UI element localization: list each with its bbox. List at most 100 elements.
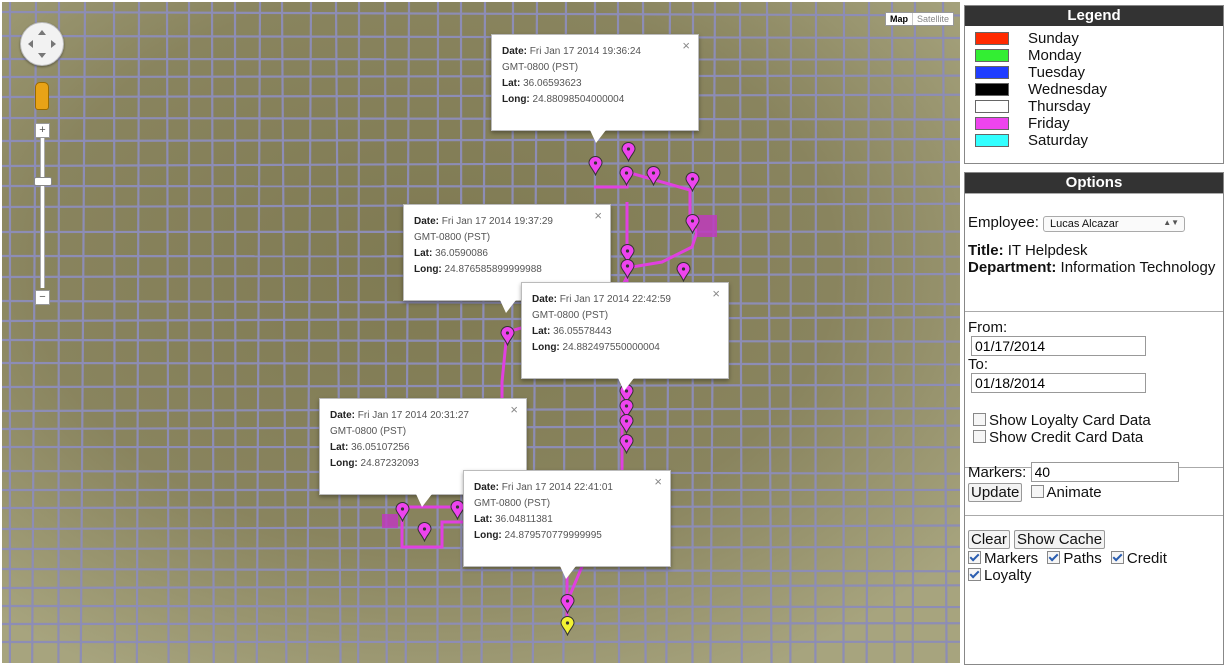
map-marker-pin-icon[interactable]: [685, 214, 700, 235]
zoom-slider-track[interactable]: [40, 138, 45, 288]
show-loyalty-checkbox[interactable]: [973, 413, 986, 426]
employee-select-value: Lucas Alcazar: [1050, 218, 1119, 230]
show-credit-checkbox[interactable]: [973, 430, 986, 443]
long-value: 24.876585899999988: [444, 264, 542, 275]
legend-label: Tuesday: [1028, 64, 1085, 81]
from-date-input[interactable]: [971, 336, 1146, 356]
map-marker-pin-icon[interactable]: [588, 156, 603, 177]
markers-count-input[interactable]: [1030, 462, 1179, 482]
info-window: × Date: Fri Jan 17 2014 22:42:59 GMT-080…: [521, 282, 729, 391]
employee-section: Employee: Lucas Alcazar ▲▼ Title: IT Help…: [965, 193, 1223, 311]
options-panel: Options Employee: Lucas Alcazar ▲▼ Title:…: [964, 172, 1224, 665]
map-type-map-button[interactable]: Map: [886, 13, 912, 25]
date-label: Date:: [532, 294, 558, 305]
map-marker-pin-icon[interactable]: [395, 502, 410, 523]
map-marker-pin-icon[interactable]: [417, 522, 432, 543]
close-icon[interactable]: ×: [594, 208, 602, 224]
map-marker-pin-icon[interactable]: [619, 434, 634, 455]
from-label: From:: [968, 319, 1008, 336]
department-value: Information Technology: [1060, 259, 1216, 276]
map-marker-pin-icon[interactable]: [500, 326, 515, 347]
to-date-input[interactable]: [971, 373, 1146, 393]
map-marker-pin-icon[interactable]: [560, 594, 575, 615]
map-type-satellite-button[interactable]: Satellite: [911, 13, 953, 25]
map-marker-pin-icon[interactable]: [619, 414, 634, 435]
lat-value: 36.06593623: [523, 78, 582, 89]
close-icon[interactable]: ×: [510, 402, 518, 418]
lat-label: Lat:: [414, 248, 433, 259]
legend-title: Legend: [965, 6, 1223, 26]
lat-value: 36.0590086: [435, 248, 488, 259]
credit-toggle-checkbox[interactable]: [1110, 551, 1124, 564]
timezone-value: GMT-0800 (PST): [502, 62, 579, 73]
zoom-slider-handle[interactable]: [34, 177, 52, 186]
long-label: Long:: [414, 264, 442, 275]
street-view-pegman-icon[interactable]: [35, 82, 49, 110]
timezone-value: GMT-0800 (PST): [330, 426, 407, 437]
employee-select[interactable]: Lucas Alcazar ▲▼: [1043, 216, 1186, 232]
info-window: × Date: Fri Jan 17 2014 19:36:24 GMT-080…: [491, 34, 699, 143]
clear-button[interactable]: Clear: [968, 530, 1010, 549]
info-window: × Date: Fri Jan 17 2014 22:41:01 GMT-080…: [463, 470, 671, 579]
map-marker-pin-icon[interactable]: [685, 172, 700, 193]
legend-item: Saturday: [975, 132, 1223, 149]
map-area[interactable]: Map Satellite + − × Date: Fri Jan 17 201…: [2, 2, 960, 663]
lat-label: Lat:: [502, 78, 521, 89]
lat-label: Lat:: [474, 514, 493, 525]
map-marker-pin-icon[interactable]: [621, 142, 636, 163]
long-label: Long:: [474, 530, 502, 541]
lat-value: 36.05578443: [553, 326, 612, 337]
date-value: Fri Jan 17 2014 19:36:24: [529, 46, 641, 57]
date-label: Date:: [330, 410, 356, 421]
close-icon[interactable]: ×: [712, 286, 720, 302]
pan-control[interactable]: [20, 22, 64, 66]
paths-toggle-checkbox[interactable]: [1047, 551, 1061, 564]
legend-item: Tuesday: [975, 64, 1223, 81]
legend-panel: Legend Sunday Monday Tuesday Wednesday T…: [964, 5, 1224, 164]
show-cache-button[interactable]: Show Cache: [1014, 530, 1106, 549]
close-icon[interactable]: ×: [654, 474, 662, 490]
show-credit-label: Show Credit Card Data: [989, 429, 1144, 446]
loyalty-toggle-checkbox[interactable]: [968, 568, 981, 581]
long-value: 24.88098504000004: [532, 94, 625, 105]
zoom-out-button[interactable]: −: [35, 290, 50, 305]
update-button[interactable]: Update: [968, 483, 1023, 502]
timezone-value: GMT-0800 (PST): [474, 498, 551, 509]
map-marker-pin-icon[interactable]: [646, 166, 661, 187]
legend-item: Wednesday: [975, 81, 1223, 98]
date-label: Date:: [502, 46, 528, 57]
legend-label: Saturday: [1028, 132, 1089, 149]
markers-toggle-checkbox[interactable]: [968, 551, 981, 564]
long-label: Long:: [502, 94, 530, 105]
current-location-pin-icon[interactable]: [560, 616, 575, 637]
close-icon[interactable]: ×: [682, 38, 690, 54]
long-value: 24.87232093: [360, 458, 419, 469]
legend-swatch: [975, 117, 1009, 130]
legend-item: Monday: [975, 47, 1223, 64]
animate-label: Animate: [1046, 484, 1102, 501]
lat-label: Lat:: [532, 326, 551, 337]
animate-checkbox[interactable]: [1030, 485, 1044, 498]
title-value: IT Helpdesk: [1007, 242, 1088, 259]
legend-item: Sunday: [975, 30, 1223, 47]
legend-swatch: [975, 100, 1009, 113]
markers-toggle-label: Markers: [984, 550, 1039, 567]
markers-label: Markers:: [968, 464, 1027, 481]
display-section: Clear Show Cache Markers Paths Credit Lo…: [965, 515, 1223, 584]
map-marker-pin-icon[interactable]: [619, 166, 634, 187]
long-value: 24.882497550000004: [562, 342, 660, 353]
legend-swatch: [975, 134, 1009, 147]
zoom-in-button[interactable]: +: [35, 123, 50, 138]
map-marker-pin-icon[interactable]: [620, 259, 635, 280]
long-label: Long:: [532, 342, 560, 353]
legend-swatch: [975, 49, 1009, 62]
legend-label: Monday: [1028, 47, 1082, 64]
lat-label: Lat:: [330, 442, 349, 453]
date-value: Fri Jan 17 2014 22:41:01: [501, 482, 613, 493]
loyalty-toggle-label: Loyalty: [984, 567, 1032, 584]
map-marker-pin-icon[interactable]: [676, 262, 691, 283]
show-loyalty-label: Show Loyalty Card Data: [989, 412, 1151, 429]
legend-swatch: [975, 83, 1009, 96]
date-filter-section: From: To: Show Loyalty Card Data Show Cr…: [965, 311, 1223, 482]
legend-list: Sunday Monday Tuesday Wednesday Thursday…: [965, 26, 1223, 149]
